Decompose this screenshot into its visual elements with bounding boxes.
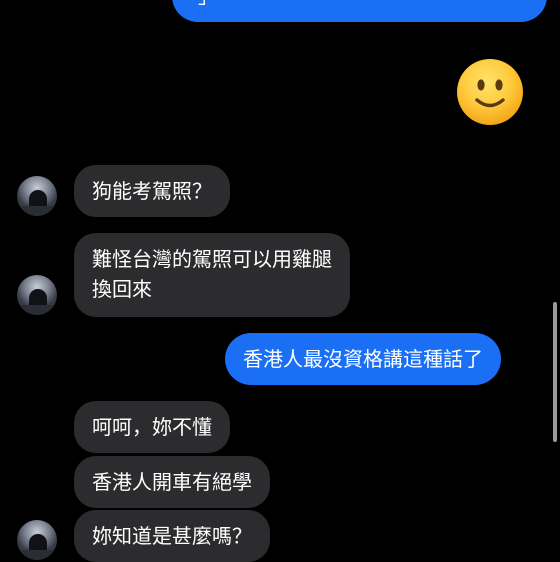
message-text-line: 難怪台灣的駕照可以用雞腿 [92, 247, 332, 271]
incoming-message-bubble[interactable]: 妳知道是甚麼嗎？ [74, 510, 270, 562]
contact-avatar[interactable] [17, 176, 57, 216]
scrollbar[interactable] [553, 302, 557, 442]
message-text: 」 [198, 0, 218, 8]
incoming-message-bubble[interactable]: 難怪台灣的駕照可以用雞腿 換回來 [74, 233, 350, 317]
slightly-smiling-face-emoji-icon [457, 59, 523, 125]
message-text: 香港人最沒資格講這種話了 [243, 347, 483, 371]
incoming-message-bubble[interactable]: 香港人開車有絕學 [74, 456, 270, 508]
outgoing-message-bubble[interactable]: 香港人最沒資格講這種話了 [225, 333, 501, 385]
incoming-message-bubble[interactable]: 呵呵，妳不懂 [74, 401, 230, 453]
contact-avatar[interactable] [17, 275, 57, 315]
message-text: 香港人開車有絕學 [92, 470, 252, 494]
contact-avatar[interactable] [17, 520, 57, 560]
outgoing-message-bubble[interactable]: 」 [172, 0, 547, 22]
message-text: 狗能考駕照？ [92, 179, 212, 203]
message-text: 妳知道是甚麼嗎？ [92, 524, 252, 548]
message-text-line: 換回來 [92, 277, 152, 301]
emoji-message[interactable] [456, 58, 524, 126]
incoming-message-bubble[interactable]: 狗能考駕照？ [74, 165, 230, 217]
message-text: 呵呵，妳不懂 [92, 415, 212, 439]
